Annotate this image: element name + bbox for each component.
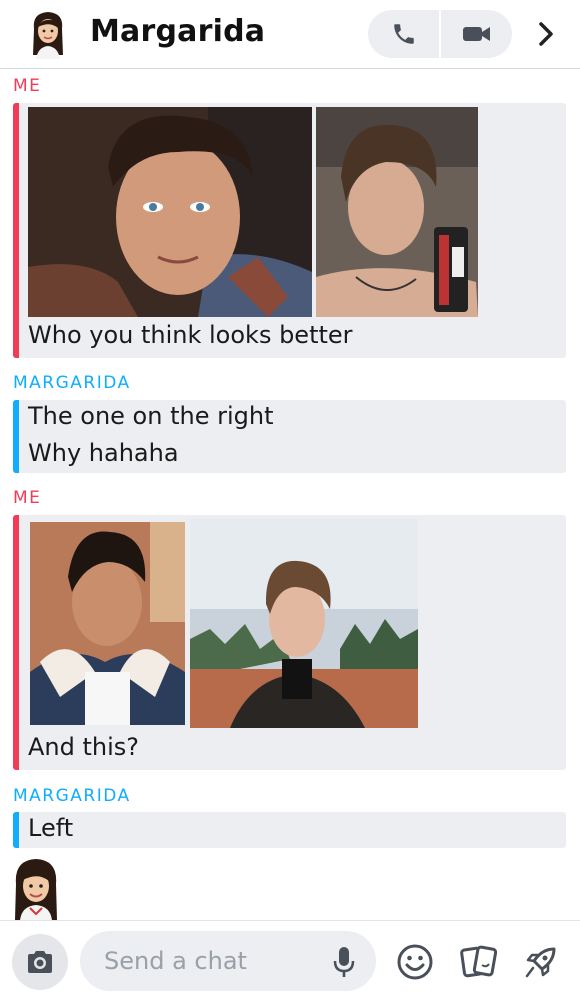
call-buttons xyxy=(368,10,512,58)
sender-bar xyxy=(13,103,19,358)
stickers-icon[interactable] xyxy=(460,943,498,981)
sender-label: MARGARIDA xyxy=(13,373,131,393)
message-text: And this? xyxy=(28,733,140,761)
sender-bar xyxy=(13,812,19,848)
sender-bar xyxy=(13,400,19,473)
friend-bitmoji-avatar[interactable] xyxy=(10,856,62,920)
chat-composer xyxy=(0,920,580,1001)
voice-call-button[interactable] xyxy=(368,10,439,58)
shared-photo[interactable] xyxy=(316,107,478,317)
message-text: The one on the right xyxy=(28,402,274,430)
phone-icon xyxy=(393,24,414,44)
shared-photo[interactable] xyxy=(190,519,418,728)
video-camera-icon xyxy=(462,27,490,41)
message-bubble: And this? xyxy=(13,515,566,770)
message-bubble: The one on the right Why hahaha xyxy=(13,400,566,473)
message-text: Who you think looks better xyxy=(28,321,353,349)
sender-label: MARGARIDA xyxy=(13,786,131,806)
sender-bar xyxy=(13,515,19,770)
microphone-icon[interactable] xyxy=(330,945,358,979)
sender-label: ME xyxy=(13,488,42,508)
message-bubble: Who you think looks better xyxy=(13,103,566,358)
camera-button[interactable] xyxy=(12,934,68,990)
shared-photo[interactable] xyxy=(28,107,312,317)
message-text: Left xyxy=(28,814,74,842)
sender-label: ME xyxy=(13,76,42,96)
rocket-icon[interactable] xyxy=(522,943,560,981)
camera-icon xyxy=(28,951,52,973)
video-call-button[interactable] xyxy=(441,10,512,58)
message-text: Why hahaha xyxy=(28,439,179,467)
smiley-icon[interactable] xyxy=(396,943,434,981)
chat-title[interactable]: Margarida xyxy=(90,14,265,49)
message-bubble: Left xyxy=(13,812,566,848)
chevron-right-icon[interactable] xyxy=(532,20,560,48)
shared-photo[interactable] xyxy=(30,522,185,725)
chat-header: Margarida xyxy=(0,0,580,69)
bitmoji-avatar[interactable] xyxy=(28,9,68,59)
